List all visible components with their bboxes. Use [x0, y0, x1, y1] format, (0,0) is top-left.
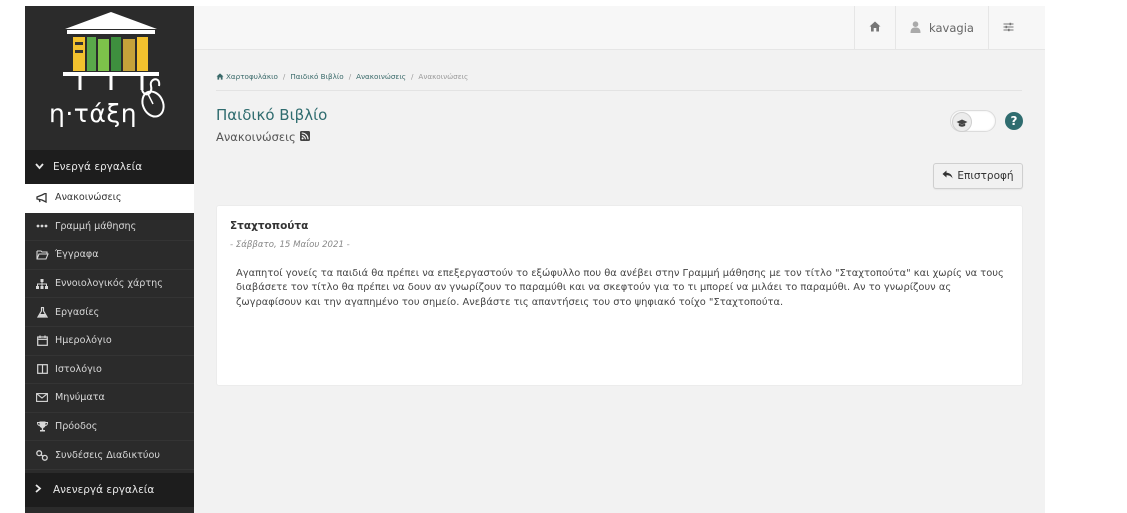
- sidebar-item-label: Μηνύματα: [55, 392, 105, 404]
- sidebar-item-messages[interactable]: Μηνύματα: [25, 384, 194, 413]
- sidebar-item-label: Έγγραφα: [55, 249, 99, 261]
- chevron-down-icon: [35, 162, 45, 173]
- active-tools-label: Ενεργά εργαλεία: [53, 161, 143, 173]
- announcement-title[interactable]: Σταχτοπούτα: [230, 220, 308, 232]
- username: kavagia: [929, 21, 974, 35]
- announcement-card: Σταχτοπούτα - Σάββατο, 15 Μαΐου 2021 - Α…: [216, 205, 1023, 386]
- sidebar-item-blog[interactable]: Ιστολόγιο: [25, 356, 194, 385]
- breadcrumb-portfolio[interactable]: Χαρτοφυλάκιο: [216, 72, 278, 81]
- user-icon: [910, 20, 921, 36]
- graduation-cap-icon: [956, 113, 968, 132]
- page-subtitle-text: Ανακοινώσεις: [216, 130, 296, 144]
- calendar-icon: [35, 335, 49, 347]
- active-tools-header[interactable]: Ενεργά εργαλεία: [25, 150, 194, 184]
- logo-graphic: [63, 12, 165, 118]
- top-navbar: kavagia: [194, 6, 1045, 50]
- logo[interactable]: η·τάξη: [25, 6, 194, 150]
- breadcrumb-separator: /: [410, 72, 414, 81]
- toggle-knob: [952, 112, 972, 132]
- settings-button[interactable]: [988, 6, 1027, 50]
- divider: [216, 90, 1022, 91]
- sliders-icon: [1003, 22, 1014, 35]
- teacher-view-toggle[interactable]: [950, 110, 996, 132]
- sidebar-item-label: Συνδέσεις Διαδικτύου: [55, 449, 160, 461]
- sidebar-item-calendar[interactable]: Ημερολόγιο: [25, 327, 194, 356]
- sidebar-item-announcements[interactable]: Ανακοινώσεις: [25, 184, 194, 213]
- ellipsis-icon: [35, 224, 49, 228]
- sidebar-item-label: Γραμμή μάθησης: [55, 220, 137, 232]
- folder-open-icon: [35, 250, 49, 260]
- announcement-date: - Σάββατο, 15 Μαΐου 2021 -: [230, 240, 350, 250]
- bullhorn-icon: [35, 192, 49, 203]
- breadcrumb-separator: /: [348, 72, 352, 81]
- main-content: kavagia Χαρτοφυλάκιο / Παιδικό Βιβλίο / …: [194, 6, 1045, 513]
- home-icon: [869, 21, 881, 35]
- sidebar-item-concept-map[interactable]: Εννοιολογικός χάρτης: [25, 270, 194, 299]
- link-icon: [35, 449, 49, 461]
- breadcrumb-separator: /: [282, 72, 286, 81]
- sidebar-item-label: Ιστολόγιο: [55, 363, 102, 375]
- inactive-tools-header[interactable]: Ανενεργά εργαλεία: [25, 472, 194, 507]
- reply-icon: [942, 170, 953, 182]
- home-icon: [216, 73, 224, 80]
- chevron-right-icon: [35, 484, 45, 496]
- page-subtitle: Ανακοινώσεις: [216, 130, 310, 144]
- breadcrumb-current: Ανακοινώσεις: [418, 72, 469, 81]
- breadcrumb-announcements[interactable]: Ανακοινώσεις: [356, 72, 406, 81]
- breadcrumb: Χαρτοφυλάκιο / Παιδικό Βιβλίο / Ανακοινώ…: [216, 72, 468, 81]
- back-button-label: Επιστροφή: [957, 170, 1014, 182]
- app-frame: η·τάξη Ενεργά εργαλεία Ανακοινώσεις Γραμ…: [0, 0, 1127, 513]
- flask-icon: [35, 306, 49, 318]
- sidebar-item-label: Ημερολόγιο: [55, 335, 112, 347]
- help-button[interactable]: ?: [1005, 112, 1023, 130]
- logo-text: η·τάξη: [49, 99, 138, 128]
- sidebar-item-assignments[interactable]: Εργασίες: [25, 298, 194, 327]
- sidebar-item-documents[interactable]: Έγγραφα: [25, 241, 194, 270]
- rss-icon[interactable]: [299, 130, 310, 144]
- envelope-icon: [35, 393, 49, 403]
- sidebar-item-progress[interactable]: Πρόοδος: [25, 413, 194, 442]
- sitemap-icon: [35, 278, 49, 289]
- sidebar-item-label: Πρόοδος: [55, 421, 98, 433]
- breadcrumb-label: Χαρτοφυλάκιο: [226, 72, 278, 81]
- back-button[interactable]: Επιστροφή: [933, 163, 1023, 189]
- announcement-body: Αγαπητοί γονείς τα παιδιά θα πρέπει να ε…: [236, 268, 1004, 308]
- sidebar-item-web-links[interactable]: Συνδέσεις Διαδικτύου: [25, 441, 194, 470]
- home-button[interactable]: [854, 6, 895, 50]
- sidebar-item-label: Εννοιολογικός χάρτης: [55, 278, 163, 290]
- user-menu[interactable]: kavagia: [895, 6, 988, 50]
- breadcrumb-course[interactable]: Παιδικό Βιβλίο: [290, 72, 343, 81]
- inactive-tools-label: Ανενεργά εργαλεία: [53, 483, 155, 496]
- columns-icon: [35, 364, 49, 375]
- sidebar: η·τάξη Ενεργά εργαλεία Ανακοινώσεις Γραμ…: [25, 6, 194, 513]
- trophy-icon: [35, 421, 49, 432]
- sidebar-item-label: Ανακοινώσεις: [55, 192, 122, 204]
- sidebar-item-learning-path[interactable]: Γραμμή μάθησης: [25, 213, 194, 242]
- sidebar-item-label: Εργασίες: [55, 306, 100, 318]
- right-margin: [1045, 6, 1127, 513]
- page-title: Παιδικό Βιβλίο: [216, 106, 328, 124]
